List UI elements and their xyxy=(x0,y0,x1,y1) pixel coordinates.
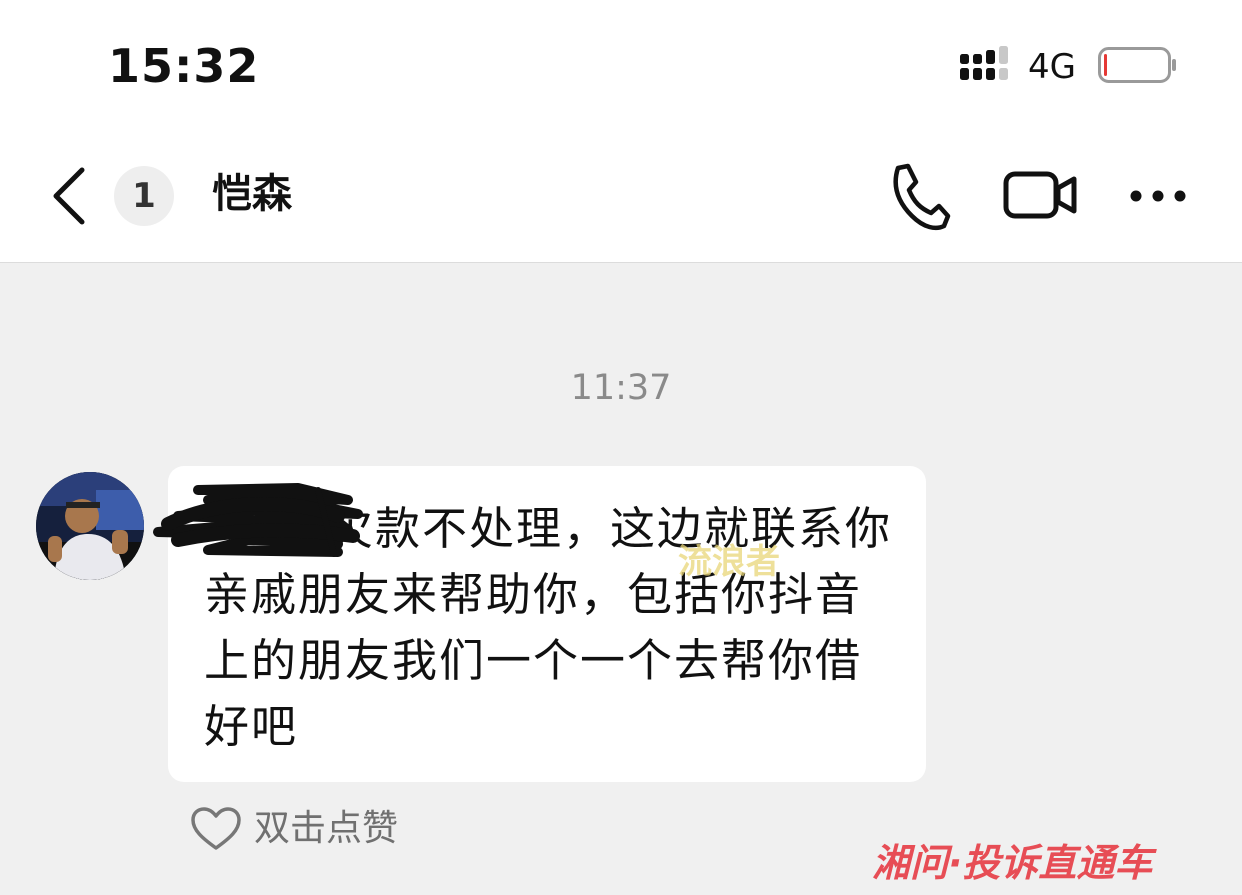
like-label: 双击点赞 xyxy=(254,808,399,849)
phone-icon[interactable] xyxy=(884,160,952,232)
battery-low-icon xyxy=(1098,47,1176,83)
heart-outline-icon xyxy=(191,807,241,850)
video-camera-icon[interactable] xyxy=(1002,160,1078,232)
chevron-left-icon[interactable] xyxy=(48,166,92,226)
more-horizontal-icon[interactable] xyxy=(1124,160,1192,232)
top-bar: 15:32 4G 1 恺森 xyxy=(0,0,1242,263)
unread-count-badge[interactable]: 1 xyxy=(114,166,174,226)
signal-bars-icon xyxy=(960,46,1008,80)
avatar[interactable] xyxy=(36,472,144,580)
network-type: 4G xyxy=(1028,47,1076,87)
status-time: 15:32 xyxy=(108,39,260,93)
avatar-image xyxy=(36,472,144,580)
message-body: 欠款不处理，这边就联系你亲戚朋友来帮助你，包括你抖音上的朋友我们一个一个去帮你借… xyxy=(204,502,893,753)
message-text: 欠款不处理，这边就联系你亲戚朋友来帮助你，包括你抖音上的朋友我们一个一个去帮你借… xyxy=(204,496,894,760)
message-bubble[interactable]: 欠款不处理，这边就联系你亲戚朋友来帮助你，包括你抖音上的朋友我们一个一个去帮你借… xyxy=(168,466,926,782)
contact-name[interactable]: 恺森 xyxy=(212,166,292,222)
chat-screen: 15:32 4G 1 恺森 11:37 欠款不处理，这边就联系你亲戚朋友来帮助你… xyxy=(0,0,1242,895)
watermark-corner: 湘问·投诉直通车 xyxy=(872,841,1153,885)
message-timestamp: 11:37 xyxy=(570,368,672,408)
